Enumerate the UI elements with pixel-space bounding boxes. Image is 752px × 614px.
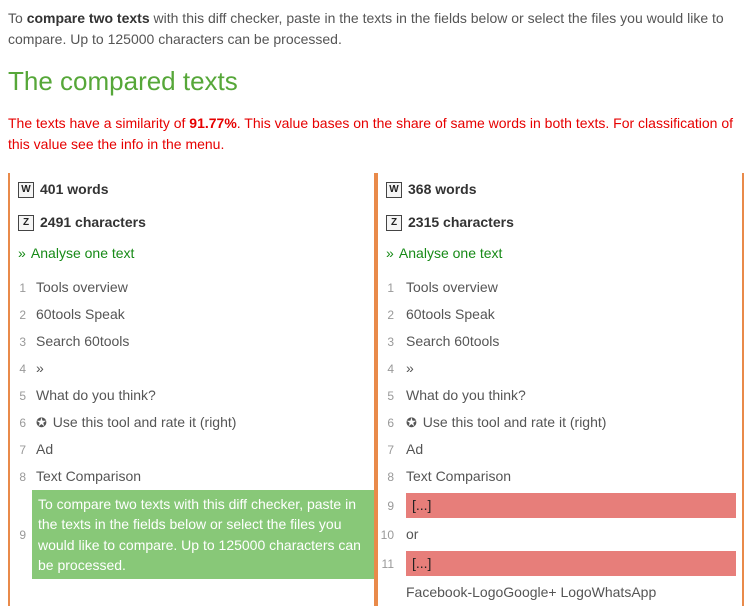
line-number: 1 <box>10 279 32 297</box>
diff-line: 6✪ Use this tool and rate it (right) <box>10 409 374 436</box>
intro-text: To compare two texts with this diff chec… <box>8 8 744 50</box>
line-number: 4 <box>378 360 400 378</box>
diff-line: 5What do you think? <box>10 382 374 409</box>
diff-removed-marker: [...] <box>406 551 736 576</box>
words-icon: W <box>18 182 34 198</box>
line-number: 5 <box>10 387 32 405</box>
diff-line: 8Text Comparison <box>10 463 374 490</box>
diff-line: 260tools Speak <box>10 301 374 328</box>
words-icon: W <box>386 182 402 198</box>
line-text: Tools overview <box>400 274 742 301</box>
chars-icon: Z <box>386 215 402 231</box>
diff-line-highlight: 11 [...] <box>378 548 742 579</box>
line-text: Text Comparison <box>32 463 374 490</box>
line-text: What do you think? <box>400 382 742 409</box>
diff-line: Facebook-LogoGoogle+ LogoWhatsApp <box>378 579 742 606</box>
line-text: ✪ Use this tool and rate it (right) <box>32 409 374 436</box>
right-column: W 368 words Z 2315 characters » Analyse … <box>376 173 744 606</box>
diff-line: 4» <box>10 355 374 382</box>
line-text: [...] <box>400 490 742 521</box>
left-chars-count: 2491 characters <box>40 212 146 233</box>
line-text: or <box>400 521 742 548</box>
line-number: 6 <box>10 414 32 432</box>
intro-prefix: To <box>8 10 27 26</box>
line-number: 4 <box>10 360 32 378</box>
right-lines: 1Tools overview260tools Speak3Search 60t… <box>378 274 742 606</box>
chars-icon: Z <box>18 215 34 231</box>
line-number: 3 <box>378 333 400 351</box>
analyse-link-text[interactable]: Analyse one text <box>399 245 503 261</box>
line-number: 8 <box>10 468 32 486</box>
diff-columns: W 401 words Z 2491 characters » Analyse … <box>8 173 744 606</box>
diff-line: 3Search 60tools <box>10 328 374 355</box>
line-number: 6 <box>378 414 400 432</box>
line-number: 9 <box>10 526 32 544</box>
right-chars-row: Z 2315 characters <box>378 206 742 239</box>
line-text: Search 60tools <box>400 328 742 355</box>
diff-line: 7Ad <box>378 436 742 463</box>
diff-line: 1Tools overview <box>378 274 742 301</box>
diff-line: 1Tools overview <box>10 274 374 301</box>
right-words-row: W 368 words <box>378 173 742 206</box>
line-number: 8 <box>378 468 400 486</box>
line-text: Facebook-LogoGoogle+ LogoWhatsApp <box>400 579 742 606</box>
line-number: 11 <box>378 555 400 573</box>
line-text: » <box>400 355 742 382</box>
similarity-text: The texts have a similarity of 91.77%. T… <box>8 113 744 155</box>
line-number: 5 <box>378 387 400 405</box>
section-heading: The compared texts <box>8 62 744 101</box>
line-text: 60tools Speak <box>32 301 374 328</box>
line-text: Ad <box>400 436 742 463</box>
line-text: Tools overview <box>32 274 374 301</box>
diff-line: 3Search 60tools <box>378 328 742 355</box>
line-text: What do you think? <box>32 382 374 409</box>
line-number: 9 <box>378 497 400 515</box>
line-number: 7 <box>10 441 32 459</box>
line-number: 10 <box>378 526 400 544</box>
line-number: 1 <box>378 279 400 297</box>
line-text: Text Comparison <box>400 463 742 490</box>
gear-icon: ✪ <box>406 413 417 433</box>
diff-line: 5What do you think? <box>378 382 742 409</box>
left-analyse-link[interactable]: » Analyse one text <box>10 239 374 274</box>
left-column: W 401 words Z 2491 characters » Analyse … <box>8 173 376 606</box>
diff-line: 260tools Speak <box>378 301 742 328</box>
similarity-prefix: The texts have a similarity of <box>8 115 189 131</box>
analyse-link-text[interactable]: Analyse one text <box>31 245 135 261</box>
right-words-count: 368 words <box>408 179 476 200</box>
arrows-icon: » <box>386 245 394 261</box>
line-text: » <box>32 355 374 382</box>
left-words-count: 401 words <box>40 179 108 200</box>
line-number: 2 <box>10 306 32 324</box>
diff-line: 4» <box>378 355 742 382</box>
diff-line: 8Text Comparison <box>378 463 742 490</box>
line-number: 7 <box>378 441 400 459</box>
line-text: ✪ Use this tool and rate it (right) <box>400 409 742 436</box>
left-chars-row: Z 2491 characters <box>10 206 374 239</box>
similarity-value: 91.77% <box>189 115 236 131</box>
gear-icon: ✪ <box>36 413 47 433</box>
diff-line-highlight: 9 [...] <box>378 490 742 521</box>
diff-line: 6✪ Use this tool and rate it (right) <box>378 409 742 436</box>
line-number: 3 <box>10 333 32 351</box>
right-chars-count: 2315 characters <box>408 212 514 233</box>
intro-bold: compare two texts <box>27 10 150 26</box>
diff-line: 10or <box>378 521 742 548</box>
left-words-row: W 401 words <box>10 173 374 206</box>
line-text: [...] <box>400 548 742 579</box>
diff-removed-marker: [...] <box>406 493 736 518</box>
diff-line: 7Ad <box>10 436 374 463</box>
line-text: 60tools Speak <box>400 301 742 328</box>
line-text: Ad <box>32 436 374 463</box>
line-number: 2 <box>378 306 400 324</box>
arrows-icon: » <box>18 245 26 261</box>
right-analyse-link[interactable]: » Analyse one text <box>378 239 742 274</box>
left-lines: 1Tools overview260tools Speak3Search 60t… <box>10 274 374 579</box>
line-text: Search 60tools <box>32 328 374 355</box>
